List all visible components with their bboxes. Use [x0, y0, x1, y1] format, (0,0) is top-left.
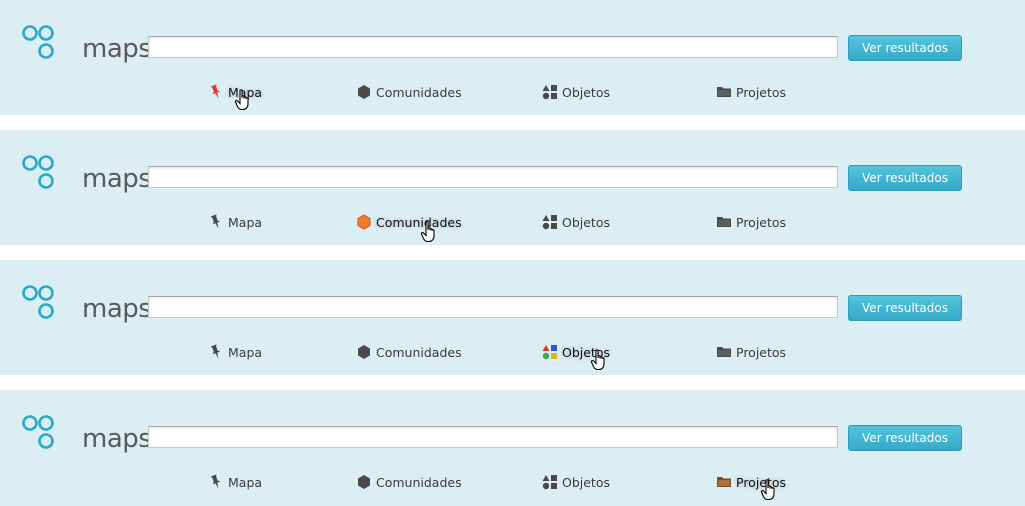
logo-rings-icon: [22, 285, 54, 319]
tab-projects[interactable]: Projetos: [716, 82, 786, 102]
hexagon-icon: [356, 474, 372, 490]
header-panel-communities: maps Ver resultados Mapa Comunidades Obj…: [0, 130, 1025, 245]
search-input[interactable]: [148, 166, 838, 188]
tab-objects[interactable]: Objetos: [542, 212, 610, 232]
logo-rings-icon: [22, 25, 54, 59]
hexagon-icon: [356, 84, 372, 100]
pushpin-icon: [208, 84, 224, 100]
tab-communities[interactable]: Comunidades: [356, 82, 462, 102]
tab-projects[interactable]: Projetos: [716, 472, 786, 492]
pushpin-icon: [208, 344, 224, 360]
see-results-button[interactable]: Ver resultados: [848, 295, 962, 321]
tab-objects-label: Objetos: [562, 84, 610, 100]
tab-map-label: Mapa: [228, 84, 263, 100]
folder-icon: [716, 474, 732, 490]
tab-map-label: Mapa: [228, 474, 263, 490]
tab-communities-label: Comunidades: [376, 214, 462, 230]
tab-objects-label: Objetos: [562, 344, 610, 360]
header-panel-objects: maps Ver resultados Mapa Comunidades Obj…: [0, 260, 1025, 375]
tab-communities-label: Comunidades: [376, 474, 462, 490]
logo-rings-icon: [22, 155, 54, 189]
logo-text: maps: [82, 34, 152, 64]
search-input[interactable]: [148, 296, 838, 318]
shapes-icon: [542, 344, 558, 360]
logo-text: maps: [82, 294, 152, 324]
logo[interactable]: maps: [22, 24, 152, 68]
header-panel-map: maps Ver resultados Mapa Comunidades Obj…: [0, 0, 1025, 115]
tab-communities-label: Comunidades: [376, 344, 462, 360]
hexagon-icon: [356, 344, 372, 360]
logo-rings-icon: [22, 415, 54, 449]
logo-text: maps: [82, 424, 152, 454]
logo-text: maps: [82, 164, 152, 194]
folder-icon: [716, 84, 732, 100]
tab-projects-label: Projetos: [736, 84, 787, 100]
hexagon-icon: [356, 214, 372, 230]
tab-objects-label: Objetos: [562, 474, 610, 490]
folder-icon: [716, 214, 732, 230]
search-input[interactable]: [148, 36, 838, 58]
logo[interactable]: maps: [22, 284, 152, 328]
shapes-icon: [542, 474, 558, 490]
tab-objects[interactable]: Objetos: [542, 82, 610, 102]
tab-map[interactable]: Mapa: [208, 212, 262, 232]
logo[interactable]: maps: [22, 414, 152, 458]
tab-communities[interactable]: Comunidades: [356, 212, 462, 232]
see-results-button[interactable]: Ver resultados: [848, 35, 962, 61]
tab-projects-label: Projetos: [736, 344, 787, 360]
see-results-button[interactable]: Ver resultados: [848, 165, 962, 191]
logo[interactable]: maps: [22, 154, 152, 198]
see-results-button[interactable]: Ver resultados: [848, 425, 962, 451]
tab-projects-label: Projetos: [736, 474, 787, 490]
pushpin-icon: [208, 474, 224, 490]
tab-communities[interactable]: Comunidades: [356, 472, 462, 492]
tab-communities-label: Comunidades: [376, 84, 462, 100]
pushpin-icon: [208, 214, 224, 230]
header-panel-projects: maps Ver resultados Mapa Comunidades Obj…: [0, 390, 1025, 506]
search-input[interactable]: [148, 426, 838, 448]
tab-map-label: Mapa: [228, 214, 263, 230]
tab-projects[interactable]: Projetos: [716, 342, 786, 362]
tab-map[interactable]: Mapa: [208, 342, 262, 362]
shapes-icon: [542, 84, 558, 100]
tab-objects[interactable]: Objetos: [542, 472, 610, 492]
tab-projects[interactable]: Projetos: [716, 212, 786, 232]
tab-communities[interactable]: Comunidades: [356, 342, 462, 362]
tab-map[interactable]: Mapa: [208, 82, 262, 102]
shapes-icon: [542, 214, 558, 230]
folder-icon: [716, 344, 732, 360]
tab-map[interactable]: Mapa: [208, 472, 262, 492]
tab-objects[interactable]: Objetos: [542, 342, 610, 362]
tab-projects-label: Projetos: [736, 214, 787, 230]
tab-objects-label: Objetos: [562, 214, 610, 230]
tab-map-label: Mapa: [228, 344, 263, 360]
